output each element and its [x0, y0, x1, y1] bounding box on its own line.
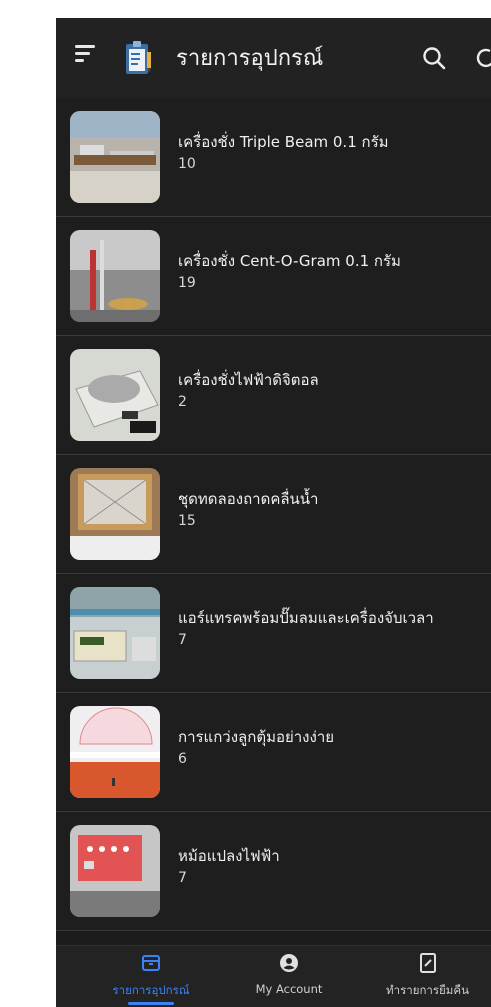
clipboard-logo-icon [126, 41, 151, 74]
item-name: การแกว่งลูกตุ้มอย่างง่าย [178, 728, 335, 746]
triple-beam-balance-image [70, 111, 160, 203]
equipment-list: เครื่องชั่ง Triple Beam 0.1 กรัม 10 เครื… [56, 98, 491, 931]
air-track-image [70, 587, 160, 679]
item-name: เครื่องชั่ง Triple Beam 0.1 กรัม [178, 133, 389, 151]
list-item[interactable]: ชุดทดลองถาดคลื่นน้ำ 15 [56, 455, 491, 574]
ripple-tank-image [70, 468, 160, 560]
pendulum-image [70, 706, 160, 798]
nav-label: My Account [255, 982, 323, 996]
list-item[interactable]: หม้อแปลงไฟฟ้า 7 [56, 812, 491, 931]
list-item[interactable]: เครื่องชั่ง Cent-O-Gram 0.1 กรัม 19 [56, 217, 491, 336]
nav-label: รายการอุปกรณ์ [112, 983, 190, 997]
app-screen: รายการอุปกรณ์ เครื่องชั่ง Triple Beam 0.… [56, 18, 491, 1007]
item-name: แอร์แทรคพร้อมปั๊มลมและเครื่องจับเวลา [178, 609, 434, 627]
item-count: 6 [178, 751, 187, 767]
item-name: หม้อแปลงไฟฟ้า [178, 847, 280, 865]
search-icon[interactable] [421, 45, 447, 71]
account-icon [280, 954, 298, 972]
nav-item-equipment-list[interactable]: รายการอุปกรณ์ [78, 952, 224, 1006]
digital-scale-image [70, 349, 160, 441]
nav-label: ทำรายการยืมคืน [386, 983, 469, 997]
bottom-navigation: รายการอุปกรณ์ My Account ทำรายการยืมคืน [56, 945, 491, 1007]
app-bar: รายการอุปกรณ์ [56, 18, 491, 98]
active-tab-indicator [128, 1002, 174, 1005]
item-name: ชุดทดลองถาดคลื่นน้ำ [178, 490, 319, 508]
transformer-image [70, 825, 160, 917]
page-title: รายการอุปกรณ์ [176, 46, 324, 71]
nav-item-my-account[interactable]: My Account [234, 952, 344, 1006]
cent-o-gram-balance-image [70, 230, 160, 322]
list-item[interactable]: การแกว่งลูกตุ้มอย่างง่าย 6 [56, 693, 491, 812]
item-count: 15 [178, 513, 196, 529]
list-item[interactable]: เครื่องชั่ง Triple Beam 0.1 กรัม 10 [56, 98, 491, 217]
refresh-icon[interactable] [473, 45, 491, 71]
archive-icon [142, 955, 160, 971]
item-count: 2 [178, 394, 187, 410]
menu-icon[interactable] [75, 45, 95, 65]
item-count: 19 [178, 275, 196, 291]
item-name: เครื่องชั่งไฟฟ้าดิจิตอล [178, 371, 319, 389]
item-count: 7 [178, 870, 187, 886]
item-count: 7 [178, 632, 187, 648]
item-name: เครื่องชั่ง Cent-O-Gram 0.1 กรัม [178, 252, 401, 270]
list-item[interactable]: เครื่องชั่งไฟฟ้าดิจิตอล 2 [56, 336, 491, 455]
nav-item-borrow-return[interactable]: ทำรายการยืมคืน [364, 952, 491, 1006]
list-item[interactable]: แอร์แทรคพร้อมปั๊มลมและเครื่องจับเวลา 7 [56, 574, 491, 693]
item-count: 10 [178, 156, 196, 172]
edit-document-icon [419, 953, 436, 973]
